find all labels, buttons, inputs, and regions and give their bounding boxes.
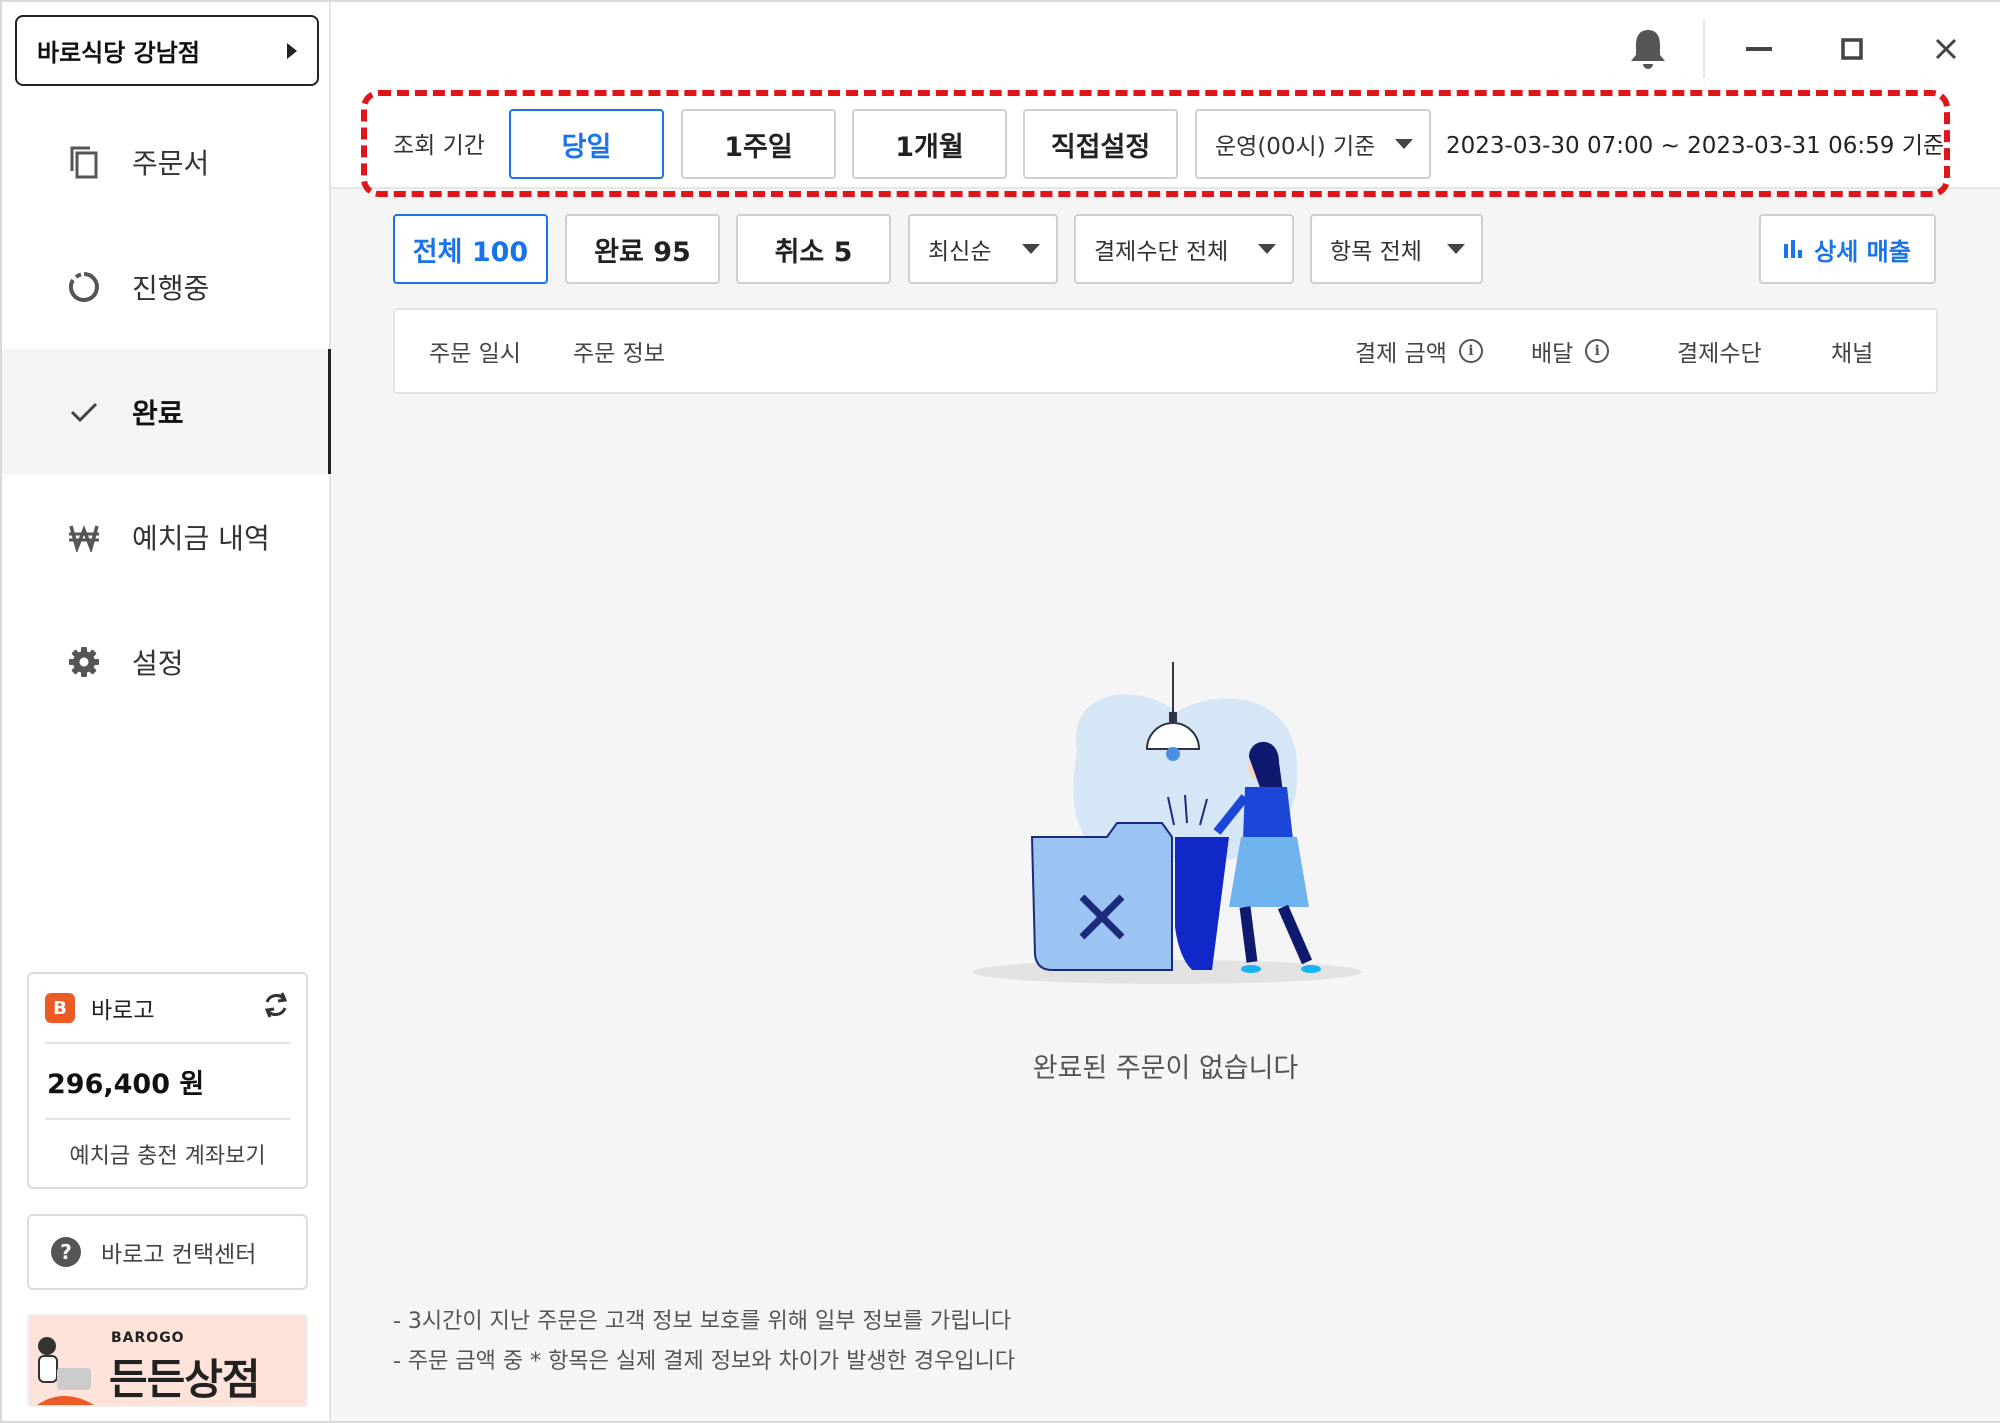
items-dropdown[interactable]: 항목 전체 (1310, 214, 1483, 284)
empty-state-message: 완료된 주문이 없습니다 (1032, 1053, 1299, 1084)
sidebar-item-label: 설정 (132, 646, 184, 680)
help-icon: ? (51, 1237, 81, 1267)
period-today-button[interactable]: 당일 (509, 109, 664, 179)
sidebar: 바로식당 강남점 주문서 진행중 완료 예치금 내역 설정 B 바로고 296,… (2, 2, 331, 1421)
info-icon[interactable]: i (1585, 339, 1610, 363)
minimize-icon[interactable] (1734, 24, 1784, 74)
payment-dropdown-value: 결제수단 전체 (1094, 239, 1229, 265)
sort-dropdown[interactable]: 최신순 (908, 214, 1058, 284)
deposit-amount: 296,400 원 (45, 1044, 290, 1120)
deposit-brand: 바로고 (91, 998, 155, 1024)
copy-icon (66, 144, 102, 180)
sidebar-item-label: 완료 (132, 396, 184, 430)
banner-brand: BAROGO (111, 1330, 185, 1346)
detail-sales-button[interactable]: 상세 매출 (1759, 214, 1936, 284)
period-custom-button[interactable]: 직접설정 (1023, 109, 1178, 179)
period-label: 조회 기간 (393, 133, 485, 159)
title-bar (331, 2, 2000, 97)
won-icon (66, 519, 102, 555)
store-name: 바로식당 강남점 (37, 39, 200, 67)
column-order-info: 주문 정보 (573, 341, 665, 367)
chevron-down-icon (1395, 139, 1413, 149)
footnote: - 3시간이 지난 주문은 고객 정보 보호를 위해 일부 정보를 가립니다 (393, 1309, 1012, 1334)
tab-cancelled[interactable]: 취소 5 (736, 214, 891, 284)
sidebar-item-label: 예치금 내역 (132, 521, 270, 555)
column-channel: 채널 (1831, 341, 1874, 367)
info-icon[interactable]: i (1458, 339, 1483, 363)
column-order-time: 주문 일시 (429, 341, 521, 367)
check-icon (66, 394, 102, 430)
detail-sales-label: 상세 매출 (1814, 237, 1911, 266)
empty-state-illustration (972, 662, 1362, 984)
main-panel: 조회 기간 당일 1주일 1개월 직접설정 운영(00시) 기준 2023-03… (331, 2, 2000, 1421)
caret-right-icon (287, 42, 297, 59)
chevron-down-icon (1022, 244, 1040, 254)
basis-dropdown-value: 운영(00시) 기준 (1215, 134, 1376, 160)
period-month-button[interactable]: 1개월 (852, 109, 1007, 179)
sidebar-item-orders[interactable]: 주문서 (2, 99, 331, 224)
store-selector-button[interactable]: 바로식당 강남점 (15, 15, 319, 86)
sidebar-item-settings[interactable]: 설정 (2, 599, 331, 724)
deposit-card: B 바로고 296,400 원 예치금 충전 계좌보기 (27, 972, 308, 1189)
tab-all[interactable]: 전체 100 (393, 214, 548, 284)
payment-dropdown[interactable]: 결제수단 전체 (1074, 214, 1294, 284)
items-dropdown-value: 항목 전체 (1330, 239, 1422, 265)
promo-banner[interactable]: BAROGO 든든상점 (27, 1314, 308, 1407)
progress-icon (66, 269, 102, 305)
banner-title: 든든상점 (109, 1355, 261, 1404)
bell-icon[interactable] (1623, 24, 1673, 74)
footnote: - 주문 금액 중 * 항목은 실제 결제 정보와 차이가 발생한 경우입니다 (393, 1349, 1016, 1374)
deposit-card-header: B 바로고 (45, 974, 290, 1044)
period-filter-bar: 조회 기간 당일 1주일 1개월 직접설정 운영(00시) 기준 2023-03… (331, 90, 2000, 197)
chevron-down-icon (1447, 244, 1465, 254)
sidebar-item-label: 주문서 (132, 146, 210, 180)
sidebar-item-in-progress[interactable]: 진행중 (2, 224, 331, 349)
date-range-text: 2023-03-30 07:00 ~ 2023-03-31 06:59 기준 (1446, 133, 1945, 159)
contact-center-label: 바로고 컨택센터 (101, 1242, 257, 1268)
bar-chart-icon (1784, 240, 1803, 258)
column-label: 결제 금액 (1355, 341, 1447, 367)
column-delivery: 배달 i (1531, 310, 1610, 392)
table-header: 주문 일시 주문 정보 결제 금액 i 배달 i 결제수단 채널 (393, 308, 1938, 394)
barogo-logo-icon: B (45, 993, 75, 1023)
column-payment-method: 결제수단 (1677, 341, 1762, 367)
deposit-account-link[interactable]: 예치금 충전 계좌보기 (29, 1120, 306, 1188)
order-filter-row: 전체 100 완료 95 취소 5 최신순 결제수단 전체 항목 전체 상세 매… (331, 214, 2000, 284)
app-window: 바로식당 강남점 주문서 진행중 완료 예치금 내역 설정 B 바로고 296,… (0, 0, 2000, 1423)
sidebar-item-deposit-history[interactable]: 예치금 내역 (2, 474, 331, 599)
refresh-icon[interactable] (262, 991, 290, 1025)
sidebar-item-completed[interactable]: 완료 (2, 349, 331, 474)
title-bar-separator (1703, 20, 1705, 78)
basis-dropdown[interactable]: 운영(00시) 기준 (1195, 109, 1431, 179)
column-label: 배달 (1531, 341, 1574, 367)
person-illustration (37, 1337, 94, 1405)
tab-completed[interactable]: 완료 95 (565, 214, 720, 284)
chevron-down-icon (1258, 244, 1276, 254)
contact-center-button[interactable]: ? 바로고 컨택센터 (27, 1214, 308, 1290)
close-icon[interactable] (1921, 24, 1971, 74)
sidebar-item-label: 진행중 (132, 271, 210, 305)
maximize-icon[interactable] (1827, 24, 1877, 74)
period-week-button[interactable]: 1주일 (681, 109, 836, 179)
gear-icon (66, 644, 102, 680)
footnotes: - 3시간이 지난 주문은 고객 정보 보호를 위해 일부 정보를 가립니다 -… (393, 1302, 1015, 1382)
sort-dropdown-value: 최신순 (928, 239, 992, 265)
column-payment-amount: 결제 금액 i (1355, 310, 1483, 392)
